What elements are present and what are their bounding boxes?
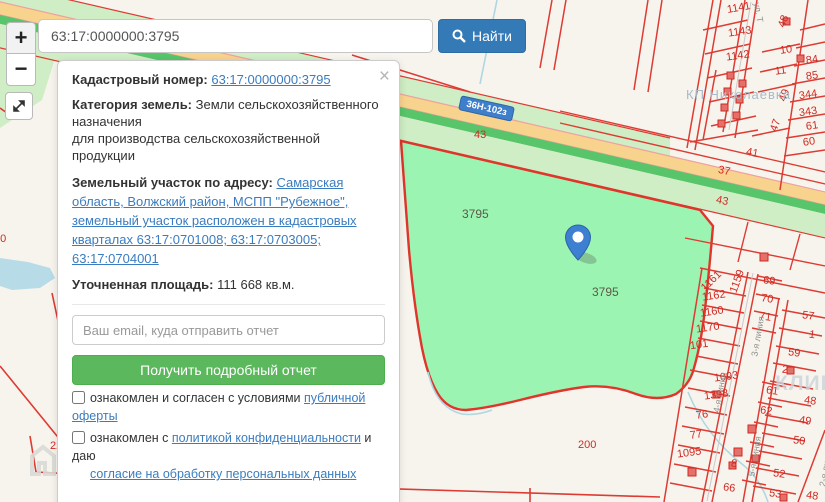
map-label: 57 (801, 309, 816, 323)
map-label: 3795 (462, 207, 489, 221)
search-icon (452, 29, 466, 43)
offer-consent-row: ознакомлен и согласен с условиями публич… (72, 389, 385, 425)
parcel-info-popup: × Кадастровый номер: 63:17:0000000:3795 … (57, 60, 400, 502)
personal-data-link[interactable]: согласие на обработку персональных данны… (90, 467, 356, 481)
search-bar: Найти (38, 19, 526, 53)
privacy-consent-text1: ознакомлен с (90, 431, 172, 445)
map-label: 43 (715, 193, 730, 209)
fullscreen-button[interactable] (5, 92, 33, 120)
map-label: 66 (722, 481, 737, 495)
map-label: 69 (762, 274, 777, 288)
divider (72, 304, 385, 305)
map-label: КП Николаевка (686, 87, 792, 102)
land-category-label: Категория земель: (72, 97, 196, 112)
zoom-controls: + − (6, 22, 36, 86)
watermark-fragment: КЛИК (775, 372, 825, 395)
privacy-consent-checkbox[interactable] (72, 431, 85, 444)
map-label: 61 (805, 119, 819, 133)
map-label: 70 (760, 292, 775, 306)
map-label: 77 (689, 428, 703, 442)
area-label: Уточненная площадь: (72, 277, 218, 292)
search-button[interactable]: Найти (438, 19, 526, 53)
get-report-button[interactable]: Получить подробный отчет (72, 355, 385, 385)
map-label: 50 (792, 434, 807, 448)
map-label: 3795 (592, 285, 619, 299)
area-row: Уточненная площадь: 111 668 кв.м. (72, 277, 385, 292)
map-label: 62 (759, 404, 774, 418)
domklik-logo-icon (30, 444, 56, 476)
zoom-out-button[interactable]: − (6, 54, 36, 86)
close-icon[interactable]: × (379, 67, 390, 86)
cadastral-number-link[interactable]: 63:17:0000000:3795 (211, 72, 330, 87)
map-label: 84 (805, 53, 819, 67)
address-label: Земельный участок по адресу: (72, 175, 277, 190)
map-label: 76 (695, 408, 709, 422)
map-label: 85 (805, 69, 819, 83)
cadastral-number-label: Кадастровый номер: (72, 72, 212, 87)
popup-footer-links: Детали отчета и юридическая информация Р… (72, 497, 385, 502)
cadastral-number-row: Кадастровый номер: 63:17:0000000:3795 (72, 72, 385, 87)
map-label: 10 (779, 43, 793, 57)
map-label: 49 (798, 414, 813, 428)
offer-consent-checkbox[interactable] (72, 391, 85, 404)
map-label: 53 (768, 487, 783, 501)
map-label: 59 (787, 346, 802, 360)
zoom-in-button[interactable]: + (6, 22, 36, 54)
map-label: 11 (774, 64, 788, 78)
offer-consent-text: ознакомлен и согласен с условиями (90, 391, 304, 405)
map-label: 48 (805, 489, 820, 502)
privacy-policy-link[interactable]: политикой конфиденциальности (172, 431, 361, 445)
report-details-link[interactable]: Детали отчета и юридическая информация (97, 497, 359, 502)
map-label: 43 (474, 129, 487, 141)
cadastral-map-app: 1141 1143 1142 48 10 11 84 85 344 343 61 60 49 47 43 41… (0, 0, 825, 502)
map-label: 60 (802, 135, 816, 149)
map-label: 41 (745, 145, 760, 161)
privacy-consent-row: ознакомлен с политикой конфиденциальност… (72, 429, 385, 483)
land-category-note: для производства сельскохозяйственной пр… (72, 131, 320, 163)
map-label: 200 (578, 439, 597, 451)
address-row: Земельный участок по адресу: Самарская о… (72, 173, 385, 268)
expand-arrows-icon (13, 100, 25, 112)
map-label: 48 (803, 394, 818, 408)
land-category-row: Категория земель: Земли сельскохозяйстве… (72, 96, 385, 164)
location-pin-icon[interactable] (564, 224, 604, 271)
email-input[interactable] (72, 315, 385, 345)
area-value: 111 668 кв.м. (217, 277, 295, 292)
search-button-label: Найти (472, 28, 512, 44)
map-label: 30 (0, 233, 7, 245)
map-label: 52 (772, 467, 787, 481)
map-label: 37 (717, 163, 732, 179)
cadastral-search-input[interactable] (38, 19, 433, 53)
